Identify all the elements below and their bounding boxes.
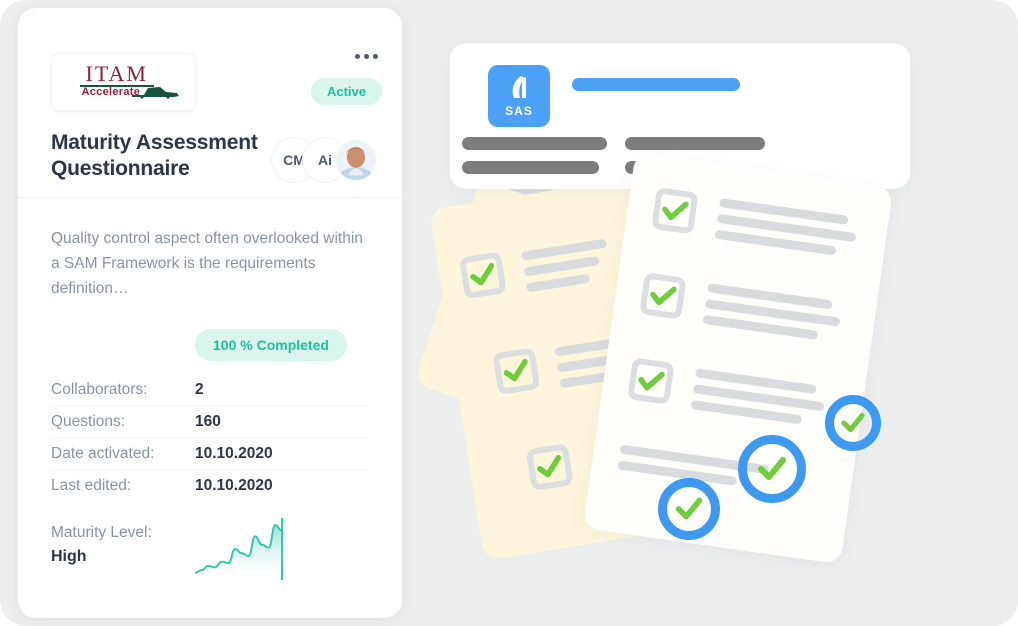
- meta-value: 160: [195, 406, 369, 440]
- sas-logo: SAS: [488, 65, 550, 127]
- placeholder-line: [462, 161, 599, 174]
- meta-key: Questions:: [51, 406, 195, 440]
- check-icon: [537, 454, 562, 478]
- white-front-document: [582, 151, 894, 565]
- race-car-icon: [131, 87, 179, 99]
- check-icon: [662, 201, 689, 221]
- maturity-block: Maturity Level: High: [51, 518, 369, 594]
- table-row: Collaborators: 2: [51, 375, 369, 408]
- brand-logo: ITAM Accelerate: [51, 53, 196, 111]
- status-badge: Active: [310, 78, 382, 105]
- avatar-group[interactable]: CM Ai: [272, 138, 378, 182]
- check-circle-icon: [658, 478, 720, 540]
- placeholder-line-accent: [572, 78, 740, 91]
- check-circle-icon: [738, 435, 806, 503]
- check-icon: [841, 413, 865, 433]
- assessment-card: ITAM Accelerate Active Maturity Assessme…: [18, 8, 402, 618]
- placeholder-line: [462, 137, 607, 150]
- metadata-table: Collaborators: 2 Questions: 160 Date act…: [51, 375, 369, 502]
- avatar-initials: Ai: [318, 152, 332, 168]
- documents-illustration: SAS: [414, 0, 1018, 626]
- check-icon: [675, 497, 703, 520]
- description-text: Quality control aspect often overlooked …: [51, 230, 363, 298]
- check-icon: [758, 457, 786, 480]
- maturity-sparkline-chart: [195, 518, 283, 581]
- check-icon: [503, 358, 528, 382]
- table-row: Questions: 160: [51, 406, 369, 440]
- check-icon: [650, 286, 677, 306]
- table-row: Last edited: 10.10.2020: [51, 471, 369, 503]
- user-photo-icon: [336, 140, 376, 180]
- card-body: Quality control aspect often overlooked …: [18, 198, 402, 618]
- check-circle-icon: [825, 395, 881, 451]
- more-options-button[interactable]: [355, 54, 378, 59]
- page-title: Maturity Assessment Questionnaire: [51, 131, 258, 181]
- card-header: ITAM Accelerate Active Maturity Assessme…: [18, 8, 402, 198]
- table-row: Date activated: 10.10.2020: [51, 438, 369, 472]
- app-root: ITAM Accelerate Active Maturity Assessme…: [0, 0, 1018, 626]
- sas-logo-text: SAS: [505, 104, 533, 118]
- meta-value: 10.10.2020: [195, 477, 273, 495]
- ellipsis-dot: [364, 54, 369, 59]
- avatar-initials: CM: [283, 152, 305, 168]
- progress-row: 100 % Completed: [51, 329, 369, 373]
- placeholder-line: [523, 255, 600, 277]
- meta-key: Last edited:: [51, 477, 132, 495]
- placeholder-line: [525, 273, 591, 293]
- progress-badge: 100 % Completed: [195, 329, 347, 362]
- meta-value: 10.10.2020: [195, 438, 369, 472]
- ellipsis-dot: [355, 54, 360, 59]
- check-icon: [470, 263, 495, 286]
- check-icon: [638, 371, 665, 391]
- meta-key: Date activated:: [51, 438, 195, 472]
- ellipsis-dot: [373, 54, 378, 59]
- sas-swoosh-icon: [512, 76, 526, 98]
- placeholder-line: [625, 137, 765, 150]
- avatar[interactable]: [334, 138, 378, 182]
- meta-value: 2: [195, 375, 369, 408]
- meta-key: Collaborators:: [51, 375, 195, 408]
